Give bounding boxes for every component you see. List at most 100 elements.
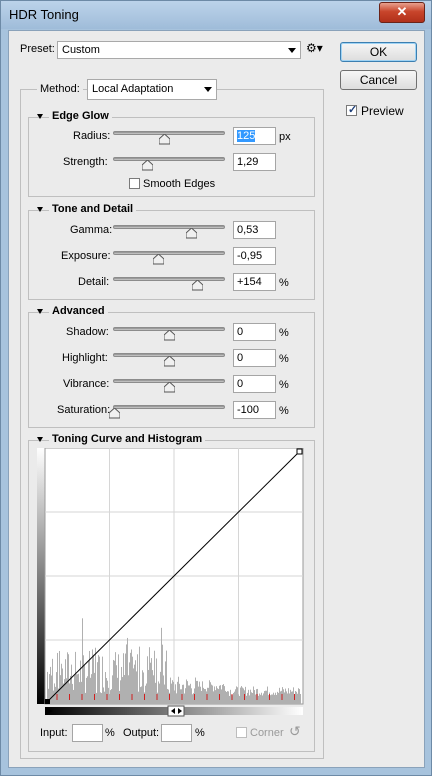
radius-slider-thumb[interactable]	[159, 134, 170, 145]
cancel-button[interactable]: Cancel	[340, 70, 417, 90]
preview-checkbox[interactable]	[346, 103, 357, 116]
histogram-bar	[251, 692, 252, 704]
histogram-bar	[116, 665, 117, 704]
histogram-bar	[106, 677, 107, 704]
collapse-triangle-icon[interactable]	[37, 207, 43, 212]
histogram-bar	[101, 693, 102, 704]
gamma-slider-track[interactable]	[113, 225, 225, 229]
histogram-bar	[151, 658, 152, 704]
ok-button[interactable]: OK	[340, 42, 417, 62]
saturation-input[interactable]: -100	[233, 401, 276, 419]
histogram-bar	[284, 692, 285, 704]
histogram-bar	[183, 684, 184, 704]
histogram-bar	[167, 688, 168, 704]
histogram-bar	[203, 687, 204, 704]
histogram-bar	[200, 686, 201, 704]
histogram-bar	[239, 695, 240, 704]
histogram-bar	[159, 683, 160, 704]
highlight-slider-thumb[interactable]	[164, 356, 175, 367]
method-dropdown[interactable]: Local Adaptation	[87, 79, 217, 100]
close-button[interactable]: ✕	[379, 2, 425, 23]
histogram-bar	[108, 687, 109, 704]
histogram-bar	[205, 689, 206, 704]
highlight-input[interactable]: 0	[233, 349, 276, 367]
shadow-input[interactable]: 0	[233, 323, 276, 341]
histogram-bar	[300, 693, 301, 704]
histogram-bar	[248, 689, 249, 704]
vibrance-unit: %	[279, 379, 289, 391]
histogram-bar	[143, 672, 144, 704]
input-percent: %	[105, 727, 115, 739]
strength-slider-track[interactable]	[113, 157, 225, 161]
gamma-input[interactable]: 0,53	[233, 221, 276, 239]
preset-dropdown[interactable]: Custom	[57, 41, 301, 59]
histogram-bar	[70, 675, 71, 704]
gear-menu-icon[interactable]: ⚙▾	[306, 41, 323, 55]
histogram-bar	[273, 692, 274, 704]
histogram-bar	[80, 660, 81, 704]
histogram-bar	[278, 692, 279, 704]
histogram-bar	[245, 686, 246, 704]
histogram-bar	[215, 690, 216, 704]
detail-slider-thumb[interactable]	[192, 280, 203, 291]
histogram-bar	[152, 670, 153, 704]
histogram-bar	[283, 689, 284, 704]
histogram-bar	[125, 653, 126, 704]
histogram-bar	[162, 644, 163, 704]
histogram-bar	[246, 695, 247, 704]
histogram-bar	[235, 689, 236, 704]
toning-curve-graph[interactable]	[37, 448, 307, 718]
histogram-bar	[285, 688, 286, 704]
histogram-bar	[271, 694, 272, 704]
histogram-bar	[109, 693, 110, 704]
histogram-bar	[127, 637, 128, 704]
input-field[interactable]	[72, 724, 103, 742]
histogram-bar	[137, 654, 138, 704]
collapse-triangle-icon[interactable]	[37, 437, 43, 442]
histogram-bar	[186, 679, 187, 704]
detail-label: Detail:	[78, 276, 110, 288]
smooth-edges-checkbox[interactable]	[129, 178, 140, 189]
collapse-triangle-icon[interactable]	[37, 114, 43, 119]
vibrance-input[interactable]: 0	[233, 375, 276, 393]
exposure-input[interactable]: -0,95	[233, 247, 276, 265]
gamma-slider-thumb[interactable]	[186, 228, 197, 239]
curve-point-end	[296, 448, 303, 455]
histogram-bar	[153, 675, 154, 704]
vibrance-slider-thumb[interactable]	[164, 382, 175, 393]
exposure-slider-thumb[interactable]	[153, 254, 164, 265]
histogram-bar	[229, 695, 230, 704]
shadow-slider-thumb[interactable]	[164, 330, 175, 341]
strength-slider-thumb[interactable]	[142, 160, 153, 171]
histogram-bar	[240, 687, 241, 704]
histogram-bar	[122, 677, 123, 704]
histogram-bar	[237, 687, 238, 704]
histogram-bar	[274, 694, 275, 704]
title-bar[interactable]: HDR Toning ✕	[1, 1, 431, 29]
detail-input[interactable]: +154	[233, 273, 276, 291]
highlight-label: Highlight:	[62, 352, 108, 364]
reset-icon[interactable]: ↺	[289, 723, 301, 740]
histogram-bar	[293, 687, 294, 704]
collapse-triangle-icon[interactable]	[37, 309, 43, 314]
corner-checkbox[interactable]	[236, 727, 247, 738]
exposure-slider-track[interactable]	[113, 251, 225, 255]
saturation-slider-thumb[interactable]	[109, 408, 120, 419]
histogram-bar	[217, 688, 218, 704]
histogram-bar	[74, 675, 75, 704]
histogram-bar	[166, 650, 167, 704]
histogram-bar	[177, 681, 178, 704]
strength-input[interactable]: 1,29	[233, 153, 276, 171]
histogram-bar	[234, 691, 235, 704]
detail-slider-track[interactable]	[113, 277, 225, 281]
histogram-bar	[136, 671, 137, 704]
output-field[interactable]	[161, 724, 192, 742]
histogram-bar	[272, 694, 273, 704]
method-label: Method:	[37, 83, 83, 95]
histogram-bar	[184, 693, 185, 704]
histogram-bar	[113, 659, 114, 704]
saturation-slider-track[interactable]	[113, 405, 225, 409]
histogram-bar	[165, 661, 166, 704]
histogram-bar	[75, 651, 76, 704]
radius-input[interactable]: 125	[233, 127, 276, 145]
